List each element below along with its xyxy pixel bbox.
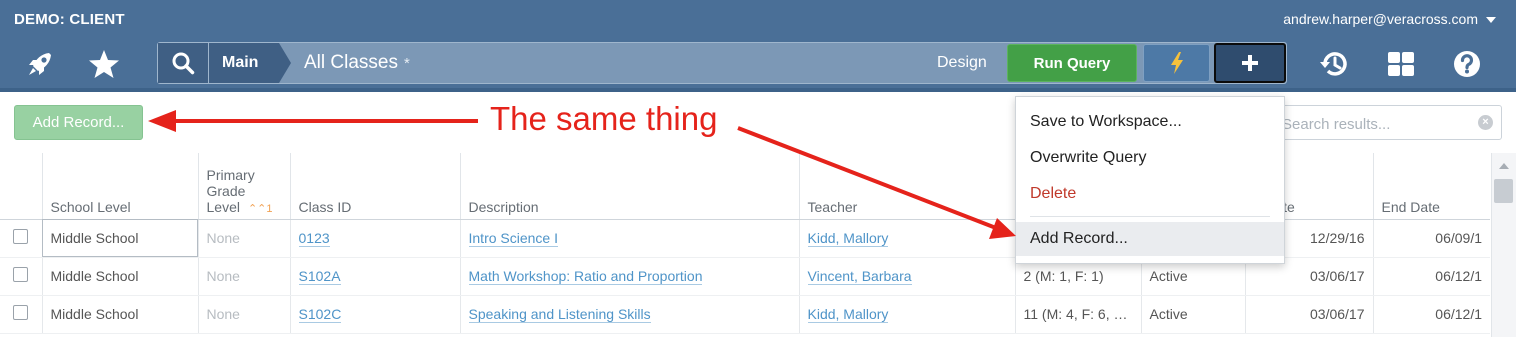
grade-header-line: Primary — [206, 166, 255, 183]
cell-description[interactable]: Speaking and Listening Skills — [459, 295, 799, 334]
cell-status[interactable]: Active — [1140, 295, 1245, 334]
cell-grade-level[interactable]: None — [197, 219, 290, 258]
menu-divider — [1030, 216, 1270, 217]
history-icon[interactable] — [1317, 46, 1353, 82]
dashboard-grid-icon[interactable] — [1383, 46, 1419, 82]
add-record-button[interactable]: Add Record... — [14, 105, 143, 140]
class-id-link[interactable]: 0123 — [298, 230, 330, 247]
class-id-link[interactable]: S102C — [298, 306, 342, 323]
sort-indicator: ⌃⌃1 — [247, 202, 273, 215]
scrollbar-thumb[interactable] — [1494, 179, 1513, 203]
grade-header-line: Level — [206, 198, 240, 215]
column-header-school-level[interactable]: School Level — [41, 153, 198, 220]
org-label: DEMO: CLIENT — [14, 11, 125, 28]
teacher-link[interactable]: Kidd, Mallory — [807, 306, 889, 323]
modified-indicator: * — [403, 55, 410, 72]
grade-header-line: Grade — [206, 182, 246, 199]
cell-description[interactable]: Math Workshop: Ratio and Proportion — [459, 257, 799, 296]
cell-teacher[interactable]: Vincent, Barbara — [798, 257, 1015, 296]
annotation-arrowhead-left — [148, 110, 176, 132]
search-icon — [172, 52, 195, 75]
description-link[interactable]: Math Workshop: Ratio and Proportion — [468, 268, 703, 285]
search-results-input[interactable] — [1280, 112, 1464, 136]
class-id-link[interactable]: S102A — [298, 268, 341, 285]
cell-enrollment[interactable]: 11 (M: 4, F: 6, … — [1014, 295, 1141, 334]
column-header-class-id[interactable]: Class ID — [289, 153, 460, 220]
cell-begin-date[interactable]: 03/06/17 — [1244, 295, 1373, 334]
row-checkbox[interactable] — [13, 267, 29, 282]
run-query-button[interactable]: Run Query — [1007, 44, 1137, 82]
design-link[interactable]: Design — [937, 54, 987, 72]
clear-search-icon[interactable]: × — [1478, 115, 1493, 130]
menu-item-add-record[interactable]: Add Record... — [1016, 222, 1284, 256]
row-checkbox[interactable] — [13, 229, 29, 244]
annotation-text: The same thing — [490, 100, 718, 137]
user-email: andrew.harper@veracross.com — [1283, 11, 1478, 27]
row-select-cell[interactable] — [0, 295, 42, 334]
teacher-link[interactable]: Kidd, Mallory — [807, 230, 889, 247]
query-bar: Main All Classes * Design Run Query — [157, 42, 1287, 84]
column-header-description[interactable]: Description — [459, 153, 799, 220]
user-menu[interactable]: andrew.harper@veracross.com — [1283, 11, 1496, 27]
description-link[interactable]: Speaking and Listening Skills — [468, 306, 651, 323]
cell-end-date[interactable]: 06/09/1 — [1372, 219, 1490, 258]
cell-school-level[interactable]: Middle School — [41, 219, 198, 258]
row-select-cell[interactable] — [0, 219, 42, 258]
sort-order: 1 — [266, 202, 273, 215]
query-title[interactable]: All Classes * — [304, 52, 410, 74]
breadcrumb-separator — [279, 43, 291, 83]
select-column-header — [0, 153, 42, 220]
cell-end-date[interactable]: 06/12/1 — [1372, 257, 1490, 296]
top-header: DEMO: CLIENT andrew.harper@veracross.com… — [0, 0, 1516, 92]
help-icon[interactable] — [1449, 46, 1485, 82]
vertical-scrollbar[interactable] — [1491, 153, 1516, 337]
cell-class-id[interactable]: S102A — [289, 257, 460, 296]
star-icon[interactable] — [86, 46, 122, 82]
cell-end-date[interactable]: 06/12/1 — [1372, 295, 1490, 334]
column-header-end-date[interactable]: End Date — [1372, 153, 1490, 220]
menu-item-save-to-workspace[interactable]: Save to Workspace... — [1016, 105, 1284, 139]
scroll-up-icon[interactable] — [1499, 163, 1509, 169]
row-checkbox[interactable] — [13, 305, 29, 320]
teacher-link[interactable]: Vincent, Barbara — [807, 268, 912, 285]
cell-grade-level[interactable]: None — [197, 295, 290, 334]
breadcrumb-main[interactable]: Main — [209, 43, 279, 83]
rocket-icon[interactable] — [22, 46, 58, 82]
chevron-down-icon — [1486, 17, 1496, 24]
cell-description[interactable]: Intro Science I — [459, 219, 799, 258]
query-search-button[interactable] — [158, 43, 209, 83]
results-search: × — [1247, 105, 1502, 140]
lightning-bolt-icon — [1170, 52, 1183, 74]
column-header-grade-level[interactable]: Primary Grade Level ⌃⌃1 — [197, 153, 290, 220]
cell-grade-level[interactable]: None — [197, 257, 290, 296]
cell-class-id[interactable]: 0123 — [289, 219, 460, 258]
cell-school-level[interactable]: Middle School — [41, 295, 198, 334]
menu-item-overwrite-query[interactable]: Overwrite Query — [1016, 141, 1284, 175]
row-select-cell[interactable] — [0, 257, 42, 296]
cell-teacher[interactable]: Kidd, Mallory — [798, 219, 1015, 258]
menu-item-delete[interactable]: Delete — [1016, 177, 1284, 211]
plus-icon — [1242, 55, 1258, 71]
cell-teacher[interactable]: Kidd, Mallory — [798, 295, 1015, 334]
description-link[interactable]: Intro Science I — [468, 230, 558, 247]
add-dropdown-menu: Save to Workspace... Overwrite Query Del… — [1015, 96, 1285, 264]
table-row[interactable]: Middle School None S102C Speaking and Li… — [0, 295, 1490, 334]
quick-actions-button[interactable] — [1143, 44, 1210, 82]
cell-class-id[interactable]: S102C — [289, 295, 460, 334]
cell-school-level[interactable]: Middle School — [41, 257, 198, 296]
add-menu-button[interactable] — [1214, 43, 1286, 83]
column-header-teacher[interactable]: Teacher — [798, 153, 1015, 220]
query-title-text: All Classes — [304, 52, 398, 73]
